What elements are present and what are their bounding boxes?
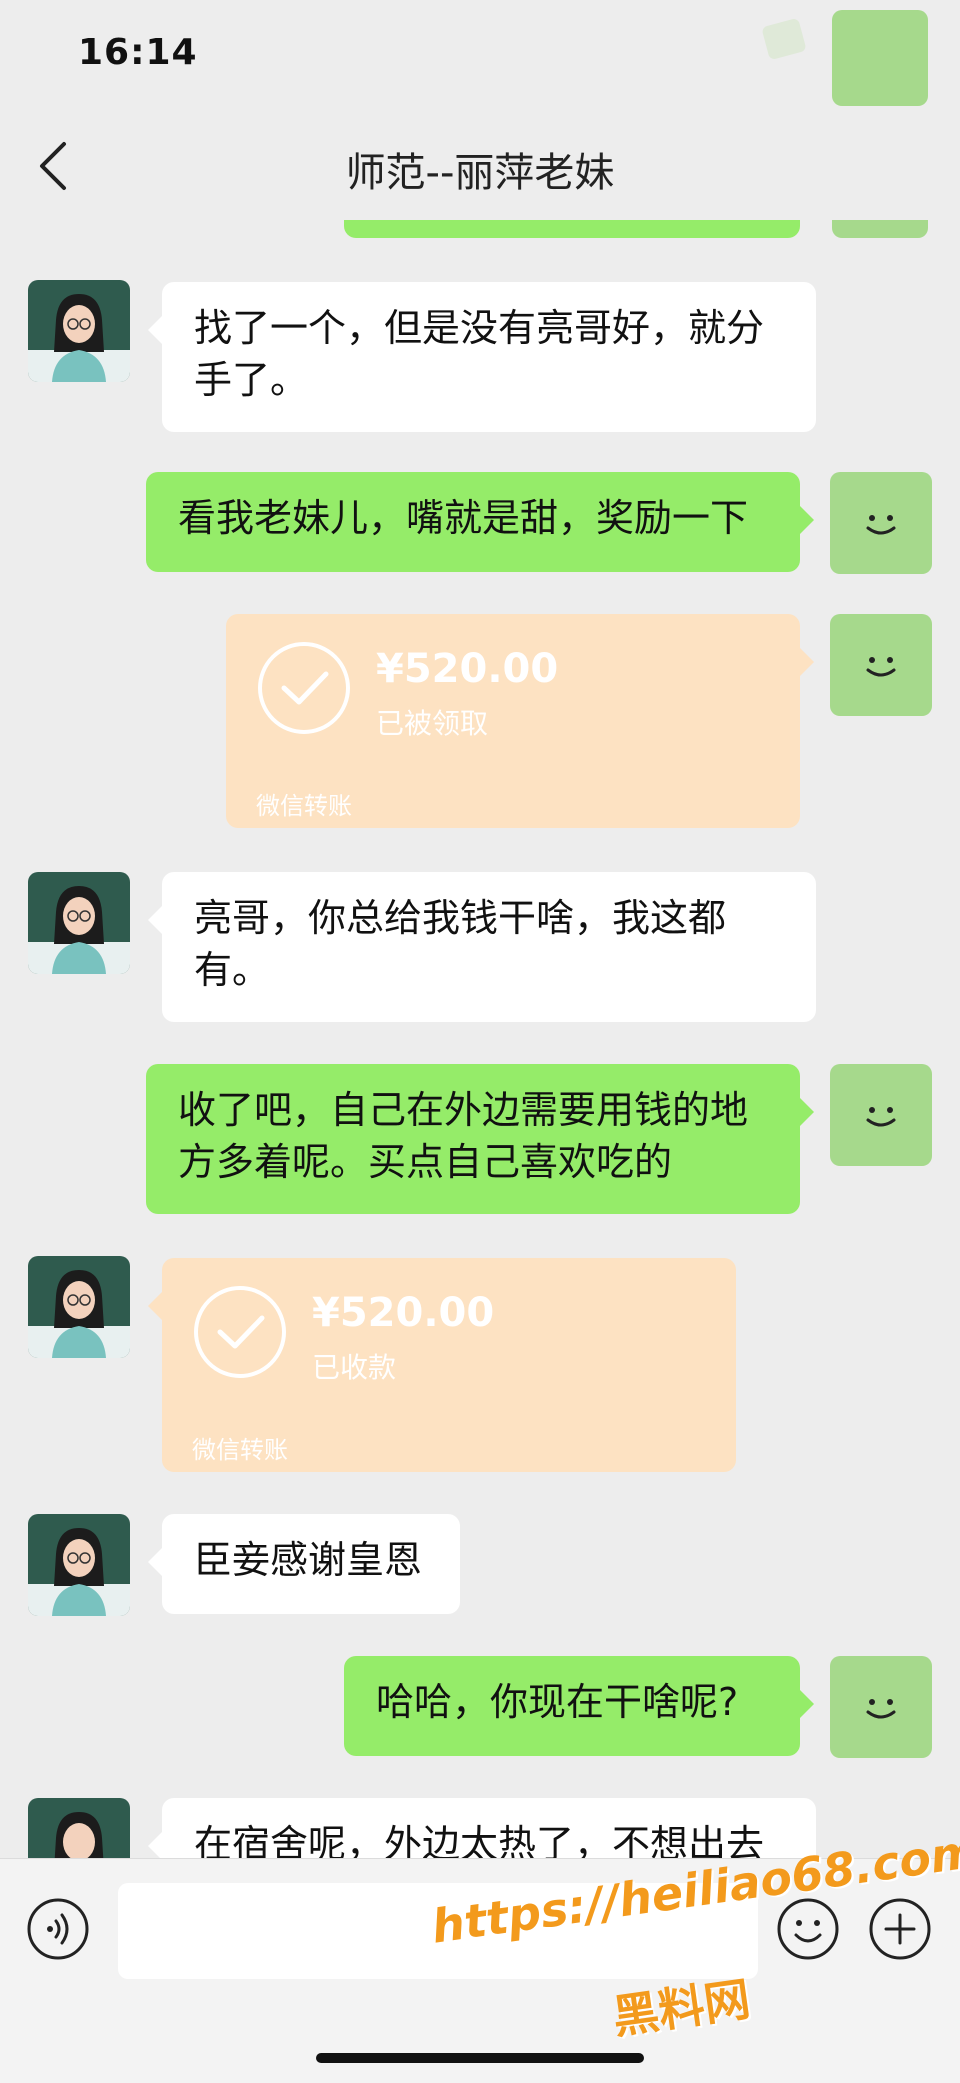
transfer-amount: ¥520.00 <box>376 646 559 692</box>
message-bubble-incoming[interactable]: 找了一个，但是没有亮哥好，就分手了。 <box>148 282 816 432</box>
transfer-card-incoming[interactable]: ¥520.00 已收款 微信转账 <box>148 1258 736 1472</box>
message-bubble-outgoing[interactable]: 收了吧，自己在外边需要用钱的地方多着呢。买点自己喜欢吃的 <box>146 1064 814 1214</box>
avatar-contact[interactable] <box>28 1514 130 1616</box>
smiley-avatar-icon <box>830 1064 932 1166</box>
teacher-avatar-icon <box>28 280 130 382</box>
message-text: 亮哥，你总给我钱干啥，我这都有。 <box>194 896 727 992</box>
smiley-avatar-icon <box>830 614 932 716</box>
chat-header: 师范--丽萍老妹 <box>0 110 960 220</box>
teacher-avatar-icon <box>28 872 130 974</box>
avatar-self[interactable] <box>830 1064 932 1166</box>
message-text: 看我老妹儿，嘴就是甜，奖励一下 <box>178 496 749 540</box>
message-bubble-outgoing[interactable]: 哈哈，你现在干啥呢? <box>344 1656 814 1756</box>
message-text: 哈哈，你现在干啥呢? <box>376 1680 739 1724</box>
message-input[interactable] <box>118 1883 758 1979</box>
transfer-status: 已被领取 <box>376 707 489 740</box>
checkmark-circle-icon <box>194 1286 286 1378</box>
chat-title: 师范--丽萍老妹 <box>345 150 615 196</box>
transfer-amount: ¥520.00 <box>312 1290 495 1336</box>
avatar-contact[interactable] <box>28 872 130 974</box>
transfer-status: 已收款 <box>312 1351 397 1384</box>
checkmark-circle-icon <box>258 642 350 734</box>
status-bar: 16:14 <box>0 0 960 110</box>
avatar-self[interactable] <box>830 472 932 574</box>
voice-icon[interactable] <box>26 1897 90 1961</box>
transfer-label: 微信转账 <box>192 1436 288 1464</box>
avatar-contact[interactable] <box>28 1256 130 1358</box>
transfer-card-outgoing[interactable]: ¥520.00 已被领取 微信转账 <box>226 614 814 828</box>
transfer-label: 微信转账 <box>256 792 352 820</box>
smiley-avatar-icon <box>830 1656 932 1758</box>
message-text: 臣妾感谢皇恩 <box>194 1538 423 1582</box>
input-bar <box>0 1858 960 2083</box>
avatar-self-cutoff[interactable] <box>832 10 928 106</box>
emoji-icon[interactable] <box>776 1897 840 1961</box>
message-bubble-incoming[interactable]: 臣妾感谢皇恩 <box>148 1514 460 1614</box>
avatar-self[interactable] <box>830 614 932 716</box>
avatar-contact[interactable] <box>28 280 130 382</box>
status-time: 16:14 <box>78 32 198 73</box>
message-text: 收了吧，自己在外边需要用钱的地方多着呢。买点自己喜欢吃的 <box>178 1088 749 1184</box>
message-text: 找了一个，但是没有亮哥好，就分手了。 <box>194 306 765 402</box>
message-bubble-incoming[interactable]: 亮哥，你总给我钱干啥，我这都有。 <box>148 872 816 1022</box>
smiley-avatar-icon <box>830 472 932 574</box>
teacher-avatar-icon <box>28 1514 130 1616</box>
home-indicator <box>316 2053 644 2063</box>
message-bubble-outgoing[interactable]: 看我老妹儿，嘴就是甜，奖励一下 <box>146 472 814 572</box>
teacher-avatar-icon <box>28 1256 130 1358</box>
avatar-self[interactable] <box>830 1656 932 1758</box>
plus-icon[interactable] <box>868 1897 932 1961</box>
